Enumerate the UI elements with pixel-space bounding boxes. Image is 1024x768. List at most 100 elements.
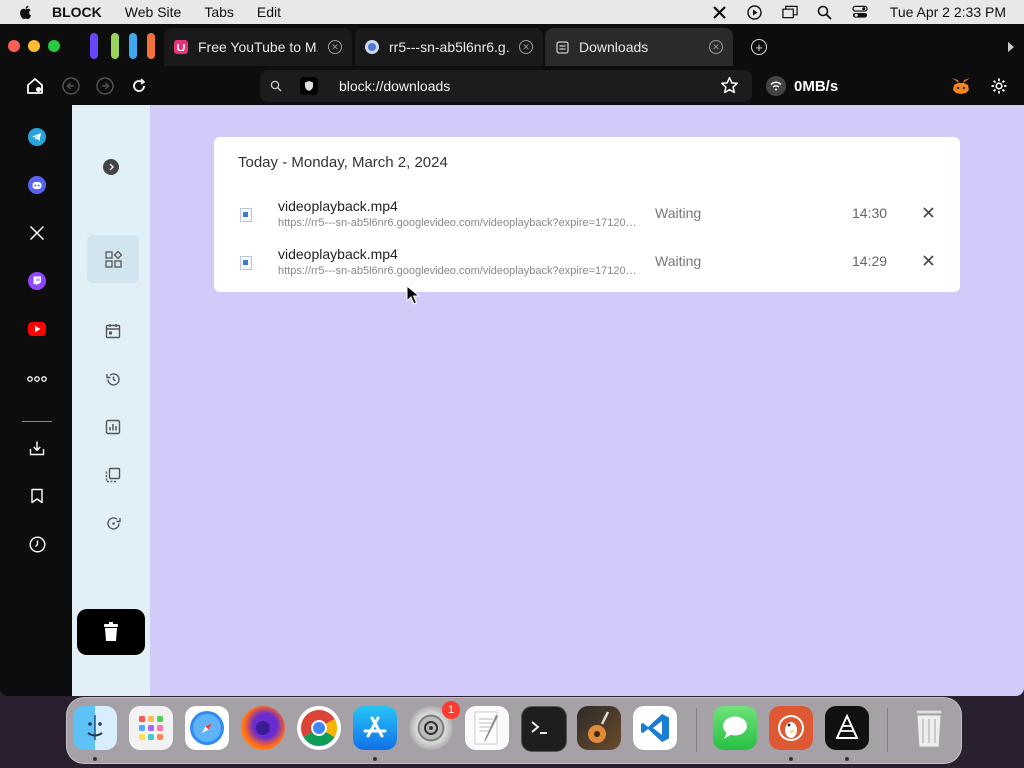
forward-button[interactable] xyxy=(95,76,115,96)
minimize-window-button[interactable] xyxy=(28,40,40,52)
remove-download-icon[interactable] xyxy=(920,252,936,268)
download-row[interactable]: videoplayback.mp4 https://rr5---sn-ab5l6… xyxy=(214,198,960,242)
download-time: 14:30 xyxy=(852,205,888,221)
browser-window: Free YouTube to M... ✕ rr5---sn-ab5l6nr6… xyxy=(0,24,1024,696)
globe-favicon-icon xyxy=(365,40,379,54)
discord-icon[interactable] xyxy=(27,175,47,195)
trash-icon[interactable] xyxy=(907,706,951,750)
file-url[interactable]: https://rr5---sn-ab5l6nr6.googlevideo.co… xyxy=(278,217,640,229)
downloads-icon[interactable] xyxy=(27,438,47,458)
menubar-clock[interactable]: Tue Apr 2 2:33 PM xyxy=(890,4,1006,20)
running-indicator xyxy=(845,757,849,761)
x-twitter-icon[interactable] xyxy=(27,223,47,243)
download-row[interactable]: videoplayback.mp4 https://rr5---sn-ab5l6… xyxy=(214,246,960,290)
duckduckgo-icon[interactable] xyxy=(769,706,813,750)
macos-menubar: BLOCK Web Site Tabs Edit Tue Apr 2 2:33 … xyxy=(0,0,1024,24)
mouse-cursor-icon xyxy=(406,285,420,305)
launchpad-icon[interactable] xyxy=(129,706,173,750)
telegram-icon[interactable] xyxy=(27,127,47,147)
tab-bar: Free YouTube to M... ✕ rr5---sn-ab5l6nr6… xyxy=(0,24,1024,68)
more-apps-icon[interactable] xyxy=(27,369,47,389)
terminal-icon[interactable] xyxy=(521,706,567,752)
new-tab-button[interactable]: + xyxy=(751,39,767,55)
nav-stats-icon[interactable] xyxy=(87,403,139,451)
tab-downloads[interactable]: Downloads ✕ xyxy=(545,28,733,66)
nav-history-icon[interactable] xyxy=(87,355,139,403)
youtube-icon[interactable] xyxy=(27,319,47,339)
close-tab-icon[interactable]: ✕ xyxy=(709,40,723,54)
close-tab-icon[interactable]: ✕ xyxy=(328,40,342,54)
downloads-sidebar xyxy=(72,105,150,696)
menu-web-site[interactable]: Web Site xyxy=(125,4,182,20)
workspace-pill-green[interactable] xyxy=(111,33,119,59)
reload-button[interactable] xyxy=(129,76,149,96)
menu-tabs[interactable]: Tabs xyxy=(204,4,234,20)
zoom-window-button[interactable] xyxy=(48,40,60,52)
dock-separator xyxy=(696,708,697,752)
file-name[interactable]: videoplayback.mp4 xyxy=(278,198,398,214)
video-file-icon xyxy=(240,208,252,222)
sidebar-toggle-icon[interactable] xyxy=(1006,40,1016,58)
tab-title: Free YouTube to M... xyxy=(198,39,318,55)
control-center-icon[interactable] xyxy=(852,4,868,20)
garageband-icon[interactable] xyxy=(577,706,621,750)
close-window-button[interactable] xyxy=(8,40,20,52)
system-settings-icon[interactable]: 1 xyxy=(409,701,460,750)
firefox-icon[interactable] xyxy=(241,706,285,750)
metamask-fox-icon[interactable] xyxy=(951,76,971,96)
home-icon[interactable] xyxy=(25,76,45,96)
macos-dock: 1 xyxy=(66,697,962,764)
remove-download-icon[interactable] xyxy=(920,204,936,220)
network-speed-label: 0MB/s xyxy=(794,78,839,95)
nav-calendar-icon[interactable] xyxy=(87,307,139,355)
clear-downloads-button[interactable] xyxy=(77,609,145,655)
play-status-icon[interactable] xyxy=(747,4,763,20)
downloads-favicon-icon xyxy=(555,40,569,54)
workspace-pill-orange[interactable] xyxy=(147,33,155,59)
shield-icon[interactable] xyxy=(300,77,318,95)
bookmark-star-icon[interactable] xyxy=(720,76,739,100)
download-status: Waiting xyxy=(655,205,702,221)
network-speed-icon[interactable] xyxy=(766,76,786,96)
textedit-icon[interactable] xyxy=(465,706,509,750)
twitch-icon[interactable] xyxy=(27,271,47,291)
dock-separator xyxy=(887,708,888,752)
menu-edit[interactable]: Edit xyxy=(257,4,281,20)
settings-gear-icon[interactable] xyxy=(989,76,1009,96)
block-browser-icon[interactable] xyxy=(825,706,869,750)
nav-all-downloads-icon[interactable] xyxy=(87,235,139,283)
search-icon xyxy=(270,79,282,97)
history-clock-icon[interactable] xyxy=(27,534,47,554)
close-tab-icon[interactable]: ✕ xyxy=(519,40,533,54)
chrome-icon[interactable] xyxy=(297,706,341,750)
url-text[interactable]: block://downloads xyxy=(339,70,450,102)
workspace-pill-purple[interactable] xyxy=(90,33,98,59)
safari-icon[interactable] xyxy=(185,706,229,750)
screen-mirror-icon[interactable] xyxy=(782,4,798,20)
vscode-icon[interactable] xyxy=(633,706,677,750)
messages-icon[interactable] xyxy=(713,706,757,750)
notification-badge: 1 xyxy=(442,701,460,719)
nav-copy-icon[interactable] xyxy=(87,451,139,499)
workspace-pill-blue[interactable] xyxy=(129,33,137,59)
tab-free-youtube[interactable]: Free YouTube to M... ✕ xyxy=(164,28,352,66)
running-indicator xyxy=(93,757,97,761)
app-store-icon[interactable] xyxy=(353,706,397,750)
tab-video-url[interactable]: rr5---sn-ab5l6nr6.g... ✕ xyxy=(355,28,543,66)
nav-restore-icon[interactable] xyxy=(87,499,139,547)
downloads-content: Today - Monday, March 2, 2024 videoplayb… xyxy=(150,105,1024,696)
apple-logo-icon[interactable] xyxy=(18,4,34,20)
collapse-sidebar-button[interactable] xyxy=(103,159,119,175)
browser-toolbar: block://downloads 0MB/s xyxy=(0,68,1024,105)
file-name[interactable]: videoplayback.mp4 xyxy=(278,246,398,262)
bookmarks-icon[interactable] xyxy=(27,486,47,506)
app-name-menu[interactable]: BLOCK xyxy=(52,4,102,20)
address-bar[interactable]: block://downloads xyxy=(260,70,752,102)
file-url[interactable]: https://rr5---sn-ab5l6nr6.googlevideo.co… xyxy=(278,265,640,277)
x-status-icon[interactable] xyxy=(712,4,728,20)
tab-title: Downloads xyxy=(579,39,649,55)
download-status: Waiting xyxy=(655,253,702,269)
finder-icon[interactable] xyxy=(73,706,117,750)
back-button[interactable] xyxy=(61,76,81,96)
spotlight-search-icon[interactable] xyxy=(817,4,833,20)
